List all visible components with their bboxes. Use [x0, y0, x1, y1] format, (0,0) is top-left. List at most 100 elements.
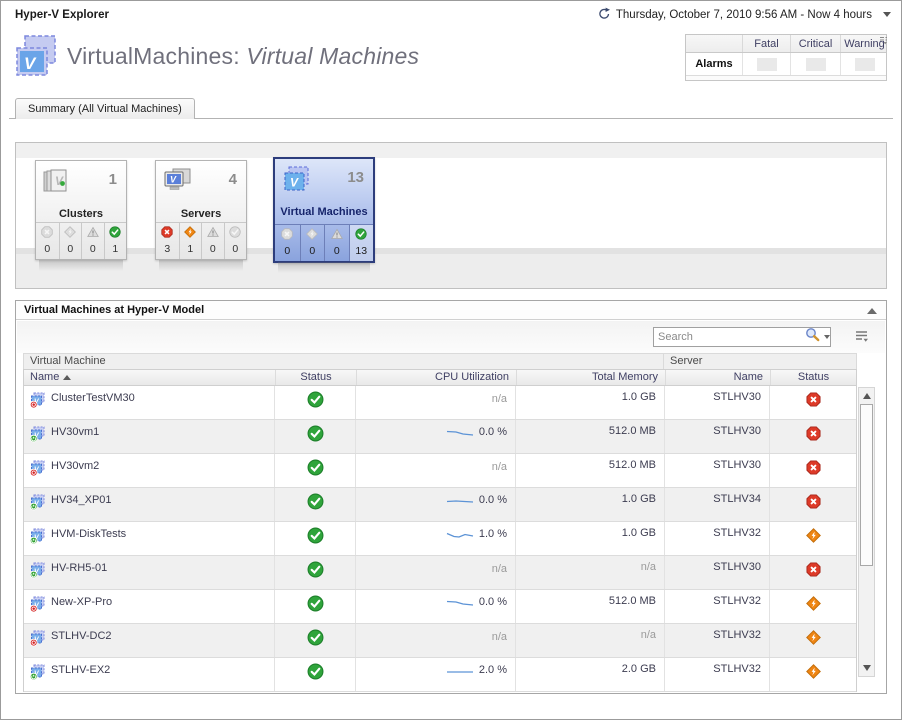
vm-name: HV-RH5-01 — [51, 560, 107, 574]
cpu-value: 2.0 % — [479, 664, 507, 676]
server-status-cell — [769, 624, 856, 657]
collapse-panel-icon[interactable] — [867, 308, 877, 314]
column-header-server-status[interactable]: Status — [770, 370, 856, 385]
server-name-cell: STLHV32 — [664, 658, 769, 691]
time-range-icon — [598, 7, 611, 22]
tile-status-summary: 3100 — [156, 222, 246, 259]
cpu-value: n/a — [492, 393, 507, 405]
search-input[interactable] — [654, 331, 804, 343]
alarms-footer-strip — [686, 75, 886, 80]
scroll-up-arrow-icon[interactable] — [863, 393, 871, 399]
tile-virtual-machines[interactable]: V13Virtual Machines00013 — [273, 157, 375, 263]
alarms-customizer-icon[interactable] — [879, 36, 888, 48]
panel-title: Virtual Machines at Hyper-V Model — [16, 301, 886, 320]
sort-ascending-icon — [63, 375, 71, 380]
scrollbar-thumb[interactable] — [860, 404, 873, 566]
status-normal-icon — [307, 603, 324, 615]
cpu-utilization-cell: n/a — [355, 386, 515, 419]
cpu-sparkline — [445, 427, 475, 440]
cpu-utilization-cell: n/a — [355, 454, 515, 487]
column-header-total-memory[interactable]: Total Memory — [516, 370, 665, 385]
alarms-count-cell-critical[interactable] — [790, 53, 840, 75]
status-normal-icon — [307, 569, 324, 581]
column-header-name[interactable]: Name — [24, 370, 275, 385]
table-row[interactable]: VHV34_XP010.0 %1.0 GBSTLHV34 — [24, 488, 856, 522]
tile-status-summary: 00013 — [275, 224, 373, 261]
alarms-column-critical: Critical — [790, 35, 840, 52]
time-range-selector[interactable]: Thursday, October 7, 2010 9:56 AM - Now … — [598, 7, 891, 22]
alarms-column-label: Critical — [799, 38, 833, 50]
status-normal-icon — [307, 637, 324, 649]
table-row[interactable]: VSTLHV-EX22.0 %2.0 GBSTLHV32 — [24, 658, 856, 692]
cpu-sparkline — [445, 495, 475, 508]
vm-name: HV34_XP01 — [51, 492, 112, 506]
vm-icon: V — [29, 662, 46, 684]
tile-count: 4 — [229, 171, 237, 188]
vm-name-cell: VSTLHV-DC2 — [24, 624, 274, 657]
cpu-value: 0.0 % — [479, 426, 507, 438]
vm-status-cell — [274, 386, 355, 419]
table-row[interactable]: VNew-XP-Pro0.0 %512.0 MBSTLHV32 — [24, 590, 856, 624]
tile-label: Servers — [156, 208, 246, 220]
cpu-utilization-cell: n/a — [355, 556, 515, 589]
status-normal-icon — [307, 535, 324, 547]
table-row[interactable]: VSTLHV-DC2n/an/aSTLHV32 — [24, 624, 856, 658]
alarms-count-cell-fatal[interactable] — [742, 53, 790, 75]
tab-summary-all-virtual-machines[interactable]: Summary (All Virtual Machines) — [15, 98, 195, 119]
memory-value: 1.0 GB — [622, 391, 656, 403]
table-customizer-icon[interactable] — [854, 330, 869, 348]
status-normal-icon — [307, 467, 324, 479]
table-row[interactable]: VClusterTestVM30n/a1.0 GBSTLHV30 — [24, 386, 856, 420]
clusters-icon: V — [42, 167, 74, 200]
vm-name-cell: VClusterTestVM30 — [24, 386, 274, 419]
column-header-cpu-utilization[interactable]: CPU Utilization — [356, 370, 516, 385]
column-group-header-row: Virtual Machine Server — [23, 353, 857, 369]
vm-status-cell — [274, 488, 355, 521]
vm-name-cell: VHVM-DiskTests — [24, 522, 274, 555]
server-status-cell — [769, 590, 856, 623]
search-options-chevron-icon[interactable] — [824, 335, 830, 339]
vm-icon: V — [29, 424, 46, 446]
cpu-value: 0.0 % — [479, 596, 507, 608]
scroll-down-arrow-icon[interactable] — [863, 665, 871, 671]
column-header-server-name[interactable]: Name — [665, 370, 770, 385]
table-row[interactable]: VHVM-DiskTests1.0 %1.0 GBSTLHV32 — [24, 522, 856, 556]
server-name: STLHV32 — [713, 595, 761, 607]
total-memory-cell: 512.0 MB — [515, 590, 664, 623]
server-name: STLHV32 — [713, 663, 761, 675]
vm-name: STLHV-DC2 — [51, 628, 112, 642]
search-icon[interactable] — [804, 327, 821, 347]
memory-value: 512.0 MB — [609, 595, 656, 607]
server-name-cell: STLHV32 — [664, 624, 769, 657]
tile-status-fatal: 3 — [156, 223, 179, 259]
tile-count: 13 — [347, 169, 364, 186]
memory-value: n/a — [641, 561, 656, 573]
table-row[interactable]: VHV30vm10.0 %512.0 MBSTLHV30 — [24, 420, 856, 454]
cpu-utilization-cell: n/a — [355, 624, 515, 657]
cpu-sparkline — [445, 597, 475, 610]
alarms-value-row: Alarms — [686, 53, 886, 75]
tile-status-summary: 0001 — [36, 222, 126, 259]
app-title: Hyper-V Explorer — [15, 9, 109, 21]
server-status-cell — [769, 454, 856, 487]
alarms-summary-table: FatalCriticalWarning Alarms — [685, 34, 887, 81]
vertical-scrollbar[interactable] — [858, 387, 875, 677]
vm-name-cell: VSTLHV-EX2 — [24, 658, 274, 691]
tile-status-normal: 0 — [224, 223, 247, 259]
vm-icon: V — [29, 390, 46, 412]
table-row[interactable]: VHV30vm2n/a512.0 MBSTLHV30 — [24, 454, 856, 488]
column-header-status[interactable]: Status — [275, 370, 356, 385]
tile-clusters[interactable]: V1Clusters0001 — [35, 160, 127, 260]
status-critical-icon — [806, 602, 821, 614]
table-row[interactable]: VHV-RH5-01n/an/aSTLHV30 — [24, 556, 856, 590]
svg-text:V: V — [290, 176, 299, 190]
server-status-cell — [769, 420, 856, 453]
tile-servers[interactable]: V4Servers3100 — [155, 160, 247, 260]
search-box — [653, 327, 831, 347]
vm-name-cell: VHV30vm2 — [24, 454, 274, 487]
svg-text:V: V — [55, 174, 64, 188]
vm-status-cell — [274, 658, 355, 691]
alarms-count-cell-warning[interactable] — [840, 53, 888, 75]
chevron-down-icon — [883, 12, 891, 17]
total-memory-cell: n/a — [515, 556, 664, 589]
